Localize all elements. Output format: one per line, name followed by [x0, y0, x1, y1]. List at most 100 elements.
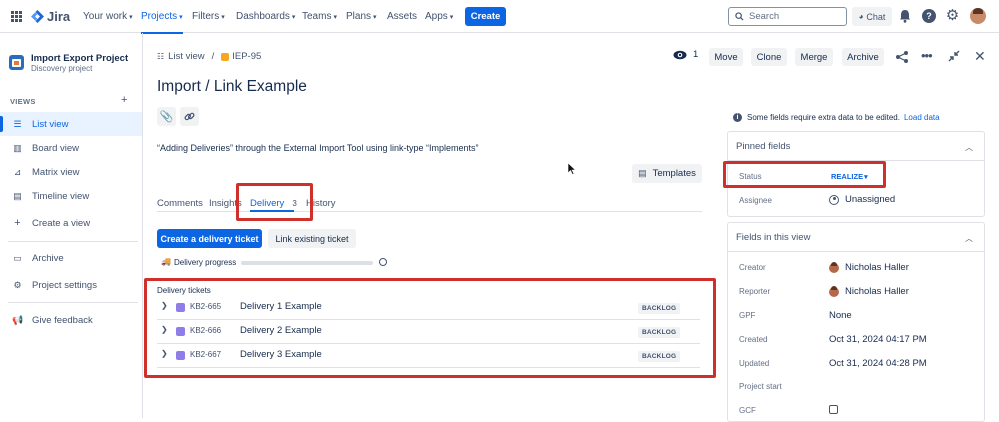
created-value: Oct 31, 2024 04:17 PM — [829, 334, 927, 345]
updated-value: Oct 31, 2024 04:28 PM — [829, 358, 927, 369]
nav-your-work[interactable]: Your work ▾ — [83, 11, 133, 22]
settings-icon: ⚙ — [13, 279, 22, 290]
fields-in-view-heading[interactable]: Fields in this view — [736, 232, 810, 243]
jira-logo-icon — [31, 10, 44, 23]
add-view-icon[interactable]: + — [121, 94, 127, 106]
create-button[interactable]: Create — [465, 7, 506, 26]
templates-icon: ▤ — [638, 168, 647, 178]
updated-label: Updated — [739, 359, 770, 368]
merge-button[interactable]: Merge — [795, 48, 833, 66]
info-text: Some fields require extra data to be edi… — [747, 112, 900, 122]
chevron-up-icon[interactable]: ︿ — [965, 233, 973, 244]
nav-plans[interactable]: Plans ▾ — [346, 11, 377, 22]
creator-value[interactable]: Nicholas Haller — [829, 261, 909, 273]
assignee-value[interactable]: Unassigned — [829, 194, 895, 205]
project-start-label: Project start — [739, 382, 782, 391]
assignee-label: Assignee — [739, 196, 772, 205]
attachment-button[interactable]: 📎 — [157, 107, 176, 126]
nav-assets[interactable]: Assets — [387, 11, 417, 22]
list-icon: ☰ — [13, 118, 22, 129]
chevron-down-icon: ▾ — [373, 14, 377, 21]
sidebar-item-timeline-view[interactable]: ▤ Timeline view — [0, 184, 142, 208]
eye-icon — [673, 50, 687, 59]
chevron-down-icon: ▾ — [129, 14, 133, 21]
archive-button[interactable]: Archive — [842, 48, 884, 66]
breadcrumb-issue-key[interactable]: IEP-95 — [232, 51, 261, 62]
breadcrumb: ☷ List view / IEP-95 — [157, 51, 261, 62]
jira-logo[interactable]: Jira — [31, 9, 70, 24]
reporter-label: Reporter — [739, 287, 771, 296]
watch-button[interactable]: 1 — [673, 49, 698, 60]
clone-button[interactable]: Clone — [751, 48, 787, 66]
panel-divider — [728, 251, 984, 252]
templates-button[interactable]: ▤ Templates — [632, 164, 702, 183]
load-data-link[interactable]: Load data — [904, 113, 940, 122]
sidebar-item-matrix-view[interactable]: ⊿ Matrix view — [0, 160, 142, 184]
sidebar-divider — [8, 302, 138, 303]
sidebar-item-project-settings[interactable]: ⚙ Project settings — [0, 273, 142, 297]
chevron-down-icon: ▾ — [179, 14, 183, 21]
project-type: Discovery project — [31, 64, 93, 73]
reporter-value[interactable]: Nicholas Haller — [829, 285, 909, 297]
progress-status-icon — [379, 258, 387, 266]
notifications-icon[interactable] — [899, 9, 911, 23]
nav-projects[interactable]: Projects ▾ — [141, 11, 183, 34]
settings-gear-icon[interactable]: ⚙ — [945, 8, 960, 23]
nav-apps[interactable]: Apps ▾ — [425, 11, 453, 22]
issue-description[interactable]: “Adding Deliveries” through the External… — [157, 143, 478, 153]
avatar[interactable] — [970, 8, 986, 24]
app-switcher-icon[interactable] — [11, 11, 22, 22]
chat-button[interactable]: ◕ Chat — [852, 7, 892, 26]
info-icon: i — [733, 112, 742, 122]
views-heading: VIEWS — [10, 97, 36, 106]
sidebar-item-archive[interactable]: ▭ Archive — [0, 246, 142, 270]
paperclip-icon: 📎 — [159, 111, 174, 123]
gpf-label: GPF — [739, 311, 756, 320]
chat-icon: ◕ — [858, 12, 864, 21]
avatar — [829, 261, 839, 273]
chevron-down-icon: ▾ — [291, 14, 296, 21]
pinned-fields-heading[interactable]: Pinned fields — [736, 141, 790, 152]
close-icon[interactable]: ✕ — [974, 49, 986, 63]
plus-icon: + — [14, 216, 21, 229]
delivery-progress: 🚚 Delivery progress — [160, 257, 390, 269]
nav-filters[interactable]: Filters ▾ — [192, 11, 225, 22]
breadcrumb-list-view[interactable]: List view — [168, 51, 204, 62]
delivery-icon: 🚚 — [161, 257, 171, 266]
search-icon — [735, 12, 744, 21]
sidebar-item-give-feedback[interactable]: 📢 Give feedback — [0, 308, 142, 332]
search-placeholder: Search — [749, 11, 780, 22]
project-name[interactable]: Import Export Project — [31, 53, 128, 64]
created-label: Created — [739, 335, 768, 344]
unassigned-avatar-icon — [829, 194, 839, 205]
issue-title[interactable]: Import / Link Example — [157, 78, 307, 96]
app-name: Jira — [47, 9, 71, 24]
chevron-up-icon[interactable]: ︿ — [965, 142, 973, 153]
nav-teams[interactable]: Teams ▾ — [302, 11, 337, 22]
creator-label: Creator — [739, 263, 766, 272]
sidebar-item-board-view[interactable]: ▥ Board view — [0, 136, 142, 160]
nav-dashboards[interactable]: Dashboards ▾ — [236, 11, 295, 22]
collapse-icon[interactable] — [948, 50, 960, 62]
gcf-checkbox[interactable] — [829, 405, 838, 414]
sidebar-item-create-view[interactable]: + Create a view — [0, 211, 142, 235]
gpf-value[interactable]: None — [829, 310, 852, 321]
share-icon[interactable] — [895, 50, 909, 64]
project-sidebar: Import Export Project Discovery project … — [0, 33, 143, 418]
create-delivery-ticket-button[interactable]: Create a delivery ticket — [157, 229, 262, 248]
list-icon: ☷ — [157, 52, 165, 61]
link-existing-ticket-button[interactable]: Link existing ticket — [268, 229, 356, 248]
issue-type-icon — [221, 52, 230, 61]
search-input[interactable]: Search — [728, 7, 847, 26]
more-options-icon[interactable]: ••• — [921, 49, 933, 62]
help-icon[interactable]: ? — [922, 9, 936, 23]
matrix-icon: ⊿ — [13, 166, 22, 177]
tab-comments[interactable]: Comments — [157, 198, 203, 209]
top-navigation-bar: Jira Your work ▾ Projects ▾ Filters ▾ Dashb… — [0, 0, 999, 34]
archive-icon: ▭ — [13, 252, 22, 263]
link-issue-button[interactable] — [180, 107, 199, 126]
move-button[interactable]: Move — [709, 48, 743, 66]
megaphone-icon: 📢 — [12, 314, 24, 325]
chevron-down-icon: ▾ — [221, 14, 225, 21]
sidebar-item-list-view[interactable]: ☰ List view — [0, 112, 142, 136]
